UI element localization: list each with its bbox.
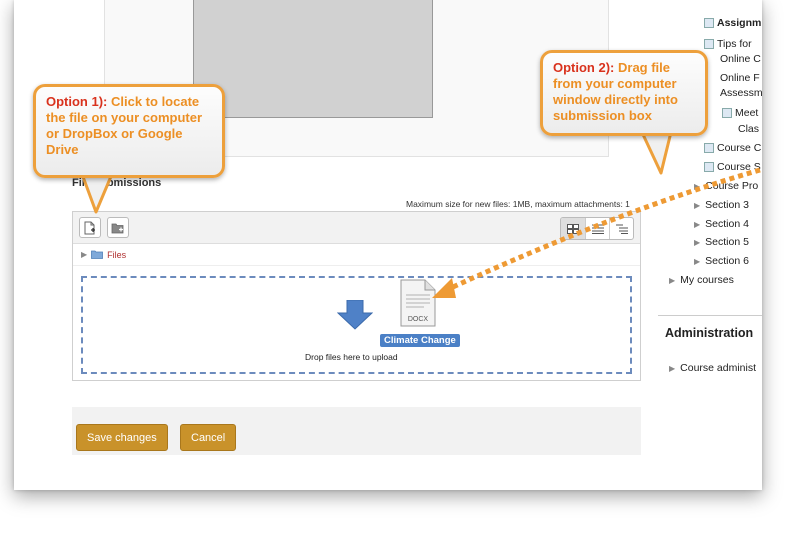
expand-triangle-icon: ▶ bbox=[81, 250, 88, 259]
expand-triangle-icon: ▶ bbox=[694, 257, 701, 266]
expand-triangle-icon: ▶ bbox=[669, 364, 676, 373]
expand-triangle-icon: ▶ bbox=[694, 238, 701, 247]
callout-1-label: Option 1): bbox=[46, 94, 108, 109]
file-submissions-label: File submissions bbox=[72, 177, 162, 189]
new-folder-icon bbox=[111, 223, 124, 233]
page-icon bbox=[704, 39, 714, 50]
sidebar-item-section-6[interactable]: ▶ Section 6 bbox=[694, 255, 749, 267]
view-list-button[interactable] bbox=[585, 218, 609, 239]
file-type-label: DOCX bbox=[407, 316, 429, 323]
expand-triangle-icon: ▶ bbox=[694, 201, 701, 210]
sidebar-item-section-5[interactable]: ▶ Section 5 bbox=[694, 236, 749, 248]
drop-instructions: Drop files here to upload bbox=[305, 352, 398, 362]
sidebar-item-online[interactable]: Online F bbox=[720, 72, 760, 84]
sidebar-item-meeting[interactable]: Meet bbox=[722, 107, 758, 119]
sidebar-item-course-pro[interactable]: ▶ Course Pro bbox=[694, 180, 758, 192]
breadcrumb-files-link[interactable]: Files bbox=[107, 250, 126, 260]
sidebar-item-my-courses[interactable]: ▶ My courses bbox=[669, 274, 734, 286]
sidebar-item-tips[interactable]: Tips for bbox=[704, 38, 752, 50]
cancel-button[interactable]: Cancel bbox=[180, 424, 237, 451]
save-changes-button[interactable]: Save changes bbox=[76, 424, 168, 451]
assignment-icon bbox=[704, 18, 714, 29]
preview-box bbox=[193, 0, 433, 118]
callout-option-2: Option 2): Drag file from your computer … bbox=[540, 50, 708, 136]
expand-triangle-icon: ▶ bbox=[694, 182, 701, 191]
sidebar-item-course-c[interactable]: Course C bbox=[704, 142, 761, 154]
max-size-info: Maximum size for new files: 1MB, maximum… bbox=[406, 199, 630, 209]
drop-zone[interactable]: Drop files here to upload bbox=[81, 276, 632, 374]
callout-2-label: Option 2): bbox=[553, 60, 615, 75]
callout-option-1: Option 1): Click to locate the file on y… bbox=[33, 84, 225, 178]
create-folder-button[interactable] bbox=[107, 217, 129, 238]
down-arrow-icon bbox=[337, 300, 373, 330]
dragged-file-name: Climate Change bbox=[380, 334, 460, 347]
meeting-icon bbox=[722, 108, 732, 119]
sidebar-item-course-admin[interactable]: ▶ Course administ bbox=[669, 362, 756, 374]
add-file-button[interactable] bbox=[79, 217, 101, 238]
sidebar-item-section-3[interactable]: ▶ Section 3 bbox=[694, 199, 749, 211]
sidebar-item-course-s[interactable]: Course S bbox=[704, 161, 761, 173]
view-toggle-group bbox=[560, 217, 634, 240]
folder-icon bbox=[91, 250, 104, 259]
resource-icon bbox=[704, 162, 714, 173]
sidebar-item-section-4[interactable]: ▶ Section 4 bbox=[694, 218, 749, 230]
view-icons-button[interactable] bbox=[561, 218, 585, 239]
grid-view-icon bbox=[567, 223, 579, 234]
sidebar-item-assignment[interactable]: Assignm bbox=[704, 17, 761, 29]
sidebar-item-tips-line2[interactable]: Online C bbox=[720, 53, 761, 65]
view-tree-button[interactable] bbox=[609, 218, 633, 239]
expand-triangle-icon: ▶ bbox=[694, 220, 701, 229]
expand-triangle-icon: ▶ bbox=[669, 276, 676, 285]
tree-view-icon bbox=[615, 224, 628, 234]
checklist-icon bbox=[704, 143, 714, 154]
breadcrumb: ▶ Files bbox=[73, 244, 640, 266]
administration-heading: Administration bbox=[665, 326, 754, 340]
form-buttons: Save changes Cancel bbox=[72, 407, 641, 455]
list-view-icon bbox=[591, 224, 604, 234]
file-manager: ▶ Files Drop files here to upload bbox=[72, 211, 641, 381]
add-file-icon bbox=[84, 221, 95, 234]
divider bbox=[658, 315, 762, 316]
sidebar-item-meeting-line2[interactable]: Clas bbox=[738, 123, 759, 135]
file-manager-toolbar bbox=[73, 212, 640, 244]
sidebar-item-online-line2[interactable]: Assessm bbox=[720, 87, 762, 99]
